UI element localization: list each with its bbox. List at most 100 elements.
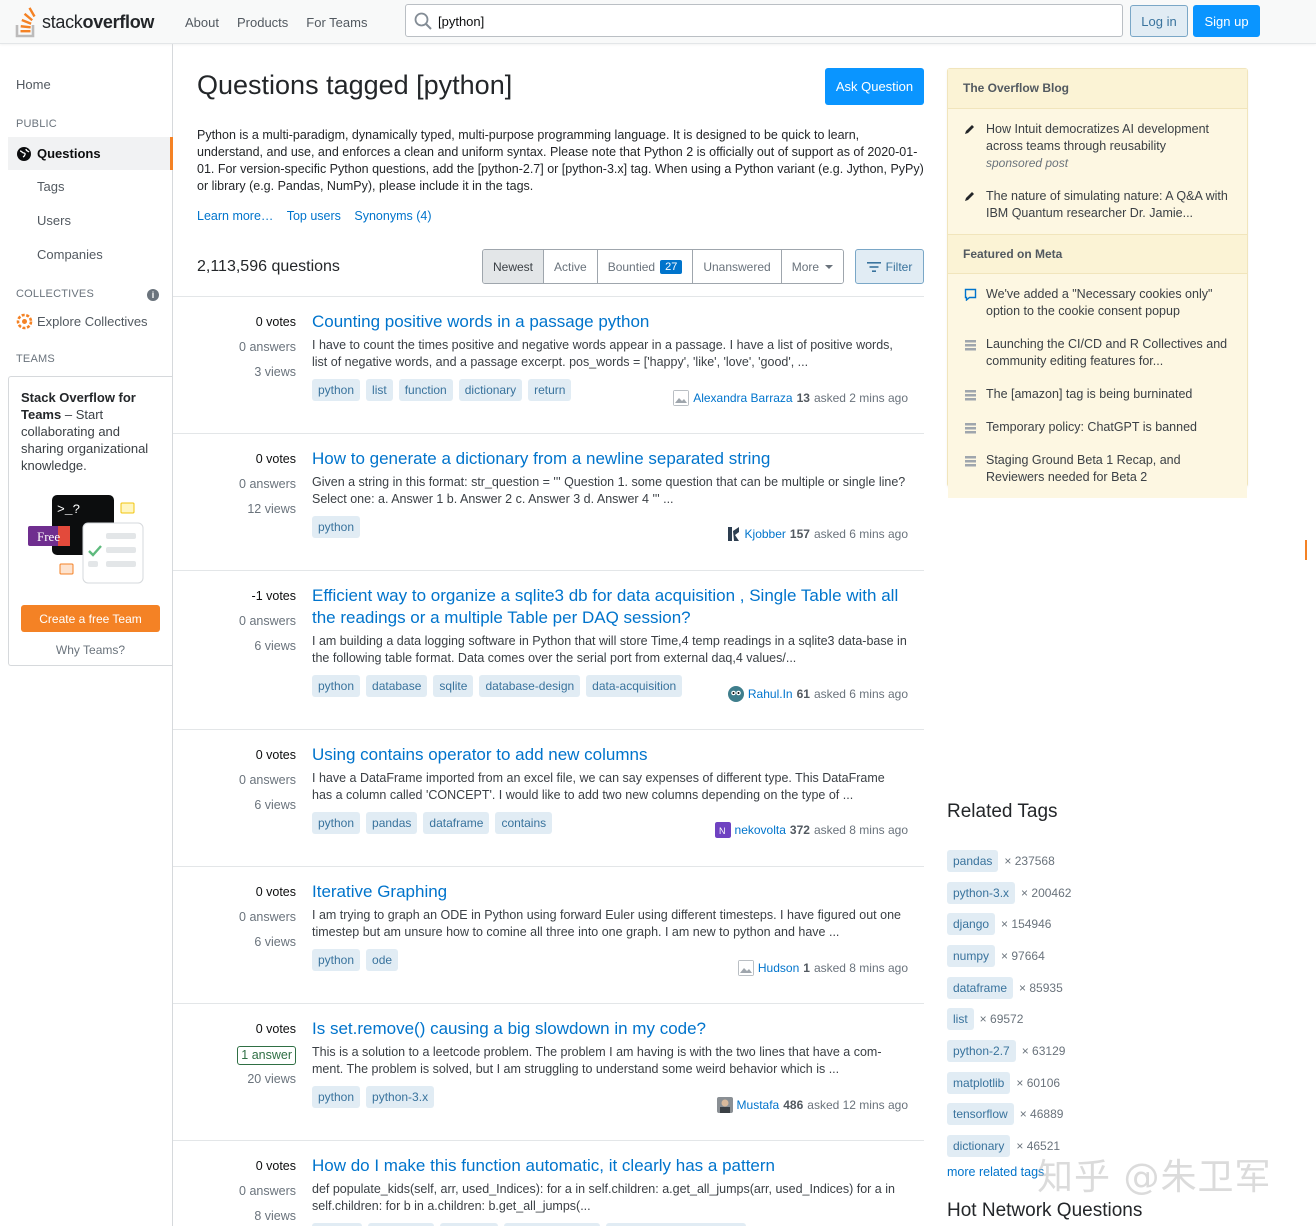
avatar[interactable]	[717, 1097, 733, 1113]
related-tag-row: python-3.x × 200462	[947, 877, 1248, 909]
related-tag-count: × 46889	[1020, 1107, 1064, 1121]
meta-item[interactable]: The [amazon] tag is being burninated	[948, 378, 1247, 411]
owner-name-link[interactable]: Kjobber	[745, 527, 786, 541]
tag-dictionary[interactable]: dictionary	[459, 379, 522, 401]
related-tag[interactable]: list	[947, 1008, 974, 1030]
nav-for-teams[interactable]: For Teams	[297, 15, 376, 30]
sidebar-item-companies[interactable]: Companies	[37, 247, 103, 262]
sidebar-item-explore-collectives[interactable]: Explore Collectives	[16, 313, 148, 330]
question-title-link[interactable]: Using contains operator to add new colum…	[312, 744, 908, 766]
meta-item[interactable]: Launching the CI/CD and R Collectives an…	[948, 328, 1247, 378]
avatar[interactable]	[728, 686, 744, 702]
tag-dataframe[interactable]: dataframe	[423, 812, 489, 834]
owner-reputation: 1	[803, 961, 810, 975]
sidebar-item-questions[interactable]: Questions	[8, 137, 173, 170]
related-tag[interactable]: numpy	[947, 945, 995, 967]
meta-item[interactable]: Temporary policy: ChatGPT is banned	[948, 411, 1247, 444]
answer-count: 0 answers	[173, 339, 296, 364]
search-box[interactable]	[405, 4, 1123, 37]
tag-return[interactable]: return	[528, 379, 571, 401]
tag-data-acquisition[interactable]: data-acquisition	[586, 675, 682, 697]
tag-python[interactable]: python	[312, 379, 360, 401]
question-title-link[interactable]: How do I make this function automatic, i…	[312, 1155, 908, 1177]
tag-contains[interactable]: contains	[495, 812, 552, 834]
tag-python-3x[interactable]: python-3.x	[366, 1086, 434, 1108]
owner-name-link[interactable]: Alexandra Barraza	[693, 391, 792, 405]
stackoverflow-logo[interactable]: stackoverflow	[14, 4, 154, 40]
question-title-link[interactable]: Is set.remove() causing a big slowdown i…	[312, 1018, 908, 1040]
owner-name-link[interactable]: Rahul.In	[748, 687, 793, 701]
question-title-link[interactable]: Counting positive words in a passage pyt…	[312, 311, 908, 333]
related-tag[interactable]: django	[947, 913, 995, 935]
question-title-link[interactable]: Iterative Graphing	[312, 881, 908, 903]
search-input[interactable]	[438, 10, 1108, 32]
owner-name-link[interactable]: nekovolta	[735, 823, 786, 837]
related-tag-row: django× 154946	[947, 908, 1248, 940]
page-title: Questions tagged [python]	[197, 70, 512, 101]
synonyms-link[interactable]: Synonyms (4)	[354, 209, 431, 223]
login-button[interactable]: Log in	[1130, 5, 1188, 37]
question-list: 0 votes 0 answers 3 views Counting posit…	[173, 296, 924, 1226]
avatar[interactable]: N	[715, 822, 731, 838]
tag-function[interactable]: function	[399, 379, 453, 401]
question-owner: Kjobber 157 asked 6 mins ago	[725, 526, 908, 542]
answer-count: 0 answers	[173, 613, 296, 638]
related-tag-row: pandas× 237568	[947, 845, 1248, 877]
question-title-link[interactable]: How to generate a dictionary from a newl…	[312, 448, 908, 470]
tag-ode[interactable]: ode	[366, 949, 398, 971]
tag-python[interactable]: python	[312, 516, 360, 538]
tag-sqlite[interactable]: sqlite	[433, 675, 473, 697]
meta-item[interactable]: We've added a "Necessary cookies only" o…	[948, 274, 1247, 328]
create-team-button[interactable]: Create a free Team	[21, 605, 160, 632]
blog-item[interactable]: The nature of simulating nature: A Q&A w…	[948, 180, 1247, 234]
filter-button[interactable]: Filter	[855, 249, 924, 284]
top-users-link[interactable]: Top users	[287, 209, 341, 223]
stack-exchange-icon	[964, 388, 977, 402]
view-count: 6 views	[173, 934, 296, 959]
question-title-link[interactable]: Efficient way to organize a sqlite3 db f…	[312, 585, 908, 629]
tag-database-design[interactable]: database-design	[479, 675, 580, 697]
tag-python[interactable]: python	[312, 1086, 360, 1108]
asked-time: asked 8 mins ago	[814, 823, 908, 837]
owner-name-link[interactable]: Mustafa	[737, 1098, 780, 1112]
signup-button[interactable]: Sign up	[1193, 5, 1260, 37]
related-tag[interactable]: dictionary	[947, 1135, 1010, 1157]
blog-item[interactable]: How Intuit democratizes AI development a…	[948, 109, 1247, 180]
avatar[interactable]	[673, 390, 689, 406]
nav-about[interactable]: About	[176, 15, 228, 30]
avatar[interactable]	[738, 960, 754, 976]
tag-pandas[interactable]: pandas	[366, 812, 417, 834]
tab-bountied[interactable]: Bountied27	[598, 250, 694, 283]
tag-python[interactable]: python	[312, 949, 360, 971]
related-tag[interactable]: matplotlib	[947, 1072, 1010, 1094]
related-tag[interactable]: pandas	[947, 850, 998, 872]
sort-tabs: Newest Active Bountied27 Unanswered More	[482, 249, 844, 284]
learn-more-link[interactable]: Learn more…	[197, 209, 273, 223]
tab-active[interactable]: Active	[544, 250, 598, 283]
tag-database[interactable]: database	[366, 675, 427, 697]
owner-name-link[interactable]: Hudson	[758, 961, 799, 975]
tag-list[interactable]: list	[366, 379, 393, 401]
tab-more[interactable]: More	[782, 250, 843, 283]
meta-item[interactable]: Staging Ground Beta 1 Recap, and Reviewe…	[948, 444, 1247, 498]
related-tag-count: × 200462	[1021, 886, 1071, 900]
related-tag[interactable]: python-2.7	[947, 1040, 1016, 1062]
related-tag-count: × 60106	[1016, 1076, 1060, 1090]
info-icon[interactable]: i	[147, 289, 159, 301]
why-teams-link[interactable]: Why Teams?	[9, 643, 172, 657]
watermark: 知乎 @朱卫军	[1037, 1148, 1271, 1200]
tab-newest[interactable]: Newest	[483, 250, 544, 283]
sidebar-item-home[interactable]: Home	[16, 77, 51, 92]
vote-count: 0 votes	[173, 314, 296, 339]
related-tag[interactable]: dataframe	[947, 977, 1013, 999]
nav-products[interactable]: Products	[228, 15, 297, 30]
sidebar-item-tags[interactable]: Tags	[37, 179, 64, 194]
tab-unanswered[interactable]: Unanswered	[693, 250, 781, 283]
related-tag[interactable]: tensorflow	[947, 1103, 1014, 1125]
tag-python[interactable]: python	[312, 675, 360, 697]
ask-question-button[interactable]: Ask Question	[825, 68, 924, 105]
related-tag[interactable]: python-3.x	[947, 882, 1015, 904]
sidebar-item-users[interactable]: Users	[37, 213, 71, 228]
tag-python[interactable]: python	[312, 812, 360, 834]
avatar[interactable]	[725, 526, 741, 542]
